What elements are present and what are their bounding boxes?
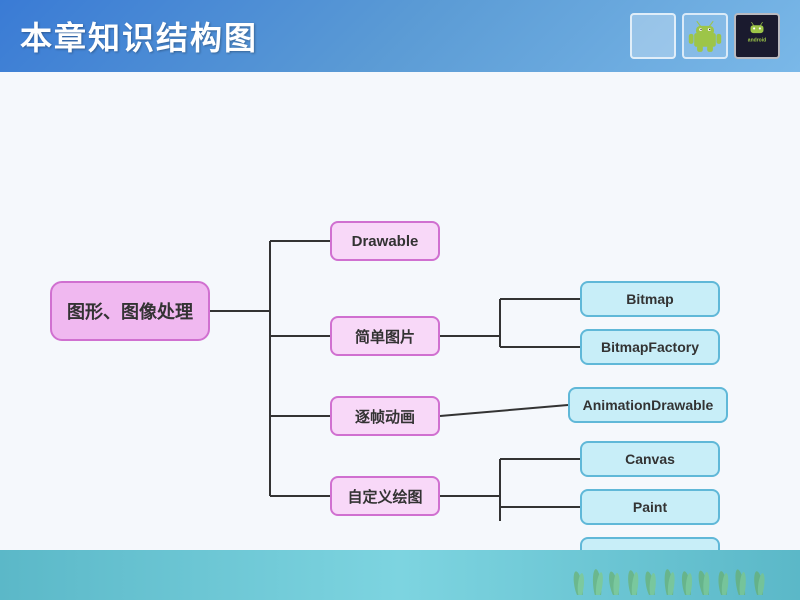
android-icon-box	[682, 13, 728, 59]
node-paint: Paint	[580, 489, 720, 525]
node-frame: 逐帧动画	[330, 396, 440, 436]
svg-text:android: android	[748, 37, 766, 43]
main-content: 图形、图像处理 Drawable 简单图片 逐帧动画 自定义绘图 Bitmap …	[0, 72, 800, 550]
node-animationdrawable: AnimationDrawable	[568, 387, 728, 423]
placeholder-icon-box	[630, 13, 676, 59]
node-drawable: Drawable	[330, 221, 440, 261]
node-canvas: Canvas	[580, 441, 720, 477]
grass-decoration	[570, 555, 770, 595]
android-logo-box: android	[734, 13, 780, 59]
node-bitmapfactory: BitmapFactory	[580, 329, 720, 365]
node-simple: 简单图片	[330, 316, 440, 356]
root-node: 图形、图像处理	[50, 281, 210, 341]
header-icons: android	[630, 13, 780, 59]
node-bitmap: Bitmap	[580, 281, 720, 317]
mindmap: 图形、图像处理 Drawable 简单图片 逐帧动画 自定义绘图 Bitmap …	[20, 101, 780, 521]
grass-icon	[570, 555, 770, 595]
android-logo-icon: android	[739, 18, 775, 54]
footer	[0, 550, 800, 600]
node-custom: 自定义绘图	[330, 476, 440, 516]
page-title: 本章知识结构图	[20, 13, 258, 59]
header: 本章知识结构图	[0, 0, 800, 72]
android-robot-icon	[687, 18, 723, 54]
